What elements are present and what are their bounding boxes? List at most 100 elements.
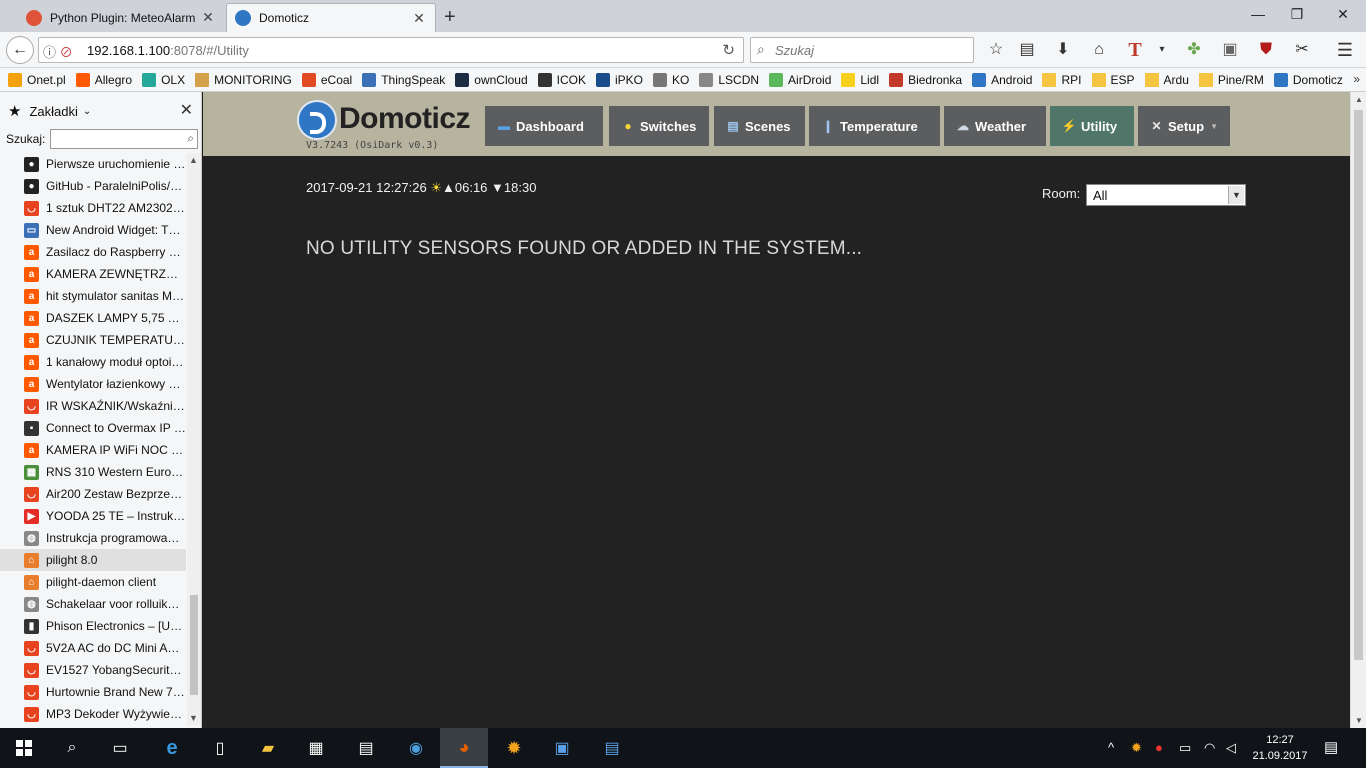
list-item[interactable]: ◍ Instrukcja programowan…	[0, 527, 186, 549]
screenshot-extension-icon[interactable]: ✂	[1290, 38, 1314, 62]
scroll-down-icon[interactable]: ▼	[189, 713, 198, 723]
scroll-down-icon[interactable]: ▼	[1355, 716, 1363, 725]
tab-setup[interactable]: ✕ Setup ▼	[1138, 106, 1230, 146]
domoticz-logo-icon[interactable]	[297, 100, 337, 140]
list-item[interactable]: a 1 kanałowy moduł optoi…	[0, 351, 186, 373]
remote-desktop-icon[interactable]: ▤	[588, 728, 636, 768]
tab-temperature[interactable]: ❙ Temperature	[809, 106, 940, 146]
list-item[interactable]: a CZUJNIK TEMPERATUR…	[0, 329, 186, 351]
tab-domoticz[interactable]: Domoticz ✕	[226, 3, 436, 32]
tab-utility[interactable]: ⚡ Utility	[1050, 106, 1134, 146]
search-bar[interactable]: ⌕	[750, 37, 974, 63]
close-tab-icon[interactable]: ✕	[200, 9, 216, 26]
home-icon[interactable]: ⌂	[1087, 38, 1111, 62]
list-item[interactable]: a hit stymulator sanitas M…	[0, 285, 186, 307]
list-item[interactable]: a Zasilacz do Raspberry Pi…	[0, 241, 186, 263]
tray-sun-icon[interactable]: ✹	[1131, 740, 1142, 756]
bookmark-android[interactable]: Android	[972, 72, 1032, 87]
bookmark-domoticz[interactable]: Domoticz	[1273, 72, 1343, 87]
reload-icon[interactable]: ↻	[722, 41, 735, 59]
sidebar-scrollbar[interactable]: ▲ ▼	[187, 153, 201, 725]
list-item[interactable]: ● GitHub - ParalelniPolis/r…	[0, 175, 186, 197]
edge-icon[interactable]: e	[148, 728, 196, 768]
list-item[interactable]: ▦ RNS 310 Western Europe…	[0, 461, 186, 483]
scrollbar-thumb[interactable]	[190, 595, 198, 695]
list-item[interactable]: a DASZEK LAMPY 5,75 YA…	[0, 307, 186, 329]
bookmark-lscdn[interactable]: LSCDN	[699, 72, 759, 87]
store-icon[interactable]: ▦	[292, 728, 340, 768]
volume-mute-icon[interactable]: ◁	[1226, 740, 1236, 756]
tab-dashboard[interactable]: ▬ Dashboard	[485, 106, 603, 146]
bookmarks-overflow-icon[interactable]: »	[1353, 72, 1360, 86]
task-view-icon[interactable]: ▭	[96, 728, 144, 768]
scrollbar-thumb[interactable]	[1354, 110, 1363, 660]
bookmark-thingspeak[interactable]: ThingSpeak	[362, 72, 445, 87]
list-item[interactable]: ◡ 5V2A AC do DC Mini Ad…	[0, 637, 186, 659]
bookmark-biedronka[interactable]: Biedronka	[889, 72, 962, 87]
list-item[interactable]: ◍ Schakelaar voor rolluike…	[0, 593, 186, 615]
mail-client-icon[interactable]: ◉	[392, 728, 440, 768]
sidebar-search-input[interactable]: ⌕	[50, 129, 198, 149]
list-item[interactable]: ◡ EV1527 YobangSecurity …	[0, 659, 186, 681]
profile-extension-icon[interactable]: ▣	[1218, 38, 1242, 62]
bookmark-onet-pl[interactable]: Onet.pl	[8, 72, 66, 87]
scroll-up-icon[interactable]: ▲	[1355, 95, 1363, 104]
close-window-icon[interactable]: ✕	[1333, 6, 1353, 23]
ublock-icon[interactable]: ⛊	[1254, 38, 1278, 62]
bookmark-ardu[interactable]: Ardu	[1144, 72, 1189, 87]
back-button[interactable]: ←	[6, 36, 34, 64]
bookmark-monitoring[interactable]: MONITORING	[195, 72, 292, 87]
list-item[interactable]: ◡ IR WSKAŹNIK/Wskaźnik …	[0, 395, 186, 417]
url-bar[interactable]: ⓘ ⊘ 192.168.1.100:8078/#/Utility ↻	[38, 37, 744, 63]
list-item[interactable]: ● Pierwsze uruchomienie …	[0, 153, 186, 175]
list-item[interactable]: ⌂ pilight 8.0	[0, 549, 186, 571]
bookmark-olx[interactable]: OLX	[142, 72, 185, 87]
taskbar-clock[interactable]: 12:27 21.09.2017	[1250, 732, 1310, 764]
scroll-up-icon[interactable]: ▲	[189, 155, 198, 165]
bookmark-ipko[interactable]: iPKO	[595, 72, 643, 87]
list-item[interactable]: ▪ Connect to Overmax IP …	[0, 417, 186, 439]
tab-scenes[interactable]: ▤ Scenes	[714, 106, 805, 146]
list-item[interactable]: a KAMERA ZEWNĘTRZNA…	[0, 263, 186, 285]
bookmark-airdroid[interactable]: AirDroid	[769, 72, 831, 87]
tab-meteoalarm[interactable]: Python Plugin: MeteoAlarm ✕	[18, 3, 224, 32]
document-icon[interactable]: ▯	[196, 728, 244, 768]
list-item[interactable]: ◡ Air200 Zestaw Bezprzew…	[0, 483, 186, 505]
list-item[interactable]: ◡ MP3 Dekoder Wyżywien…	[0, 703, 186, 725]
translate-extension-icon[interactable]: T	[1123, 38, 1147, 62]
calculator-icon[interactable]: ▤	[342, 728, 390, 768]
restore-icon[interactable]: ❐	[1287, 6, 1307, 23]
list-item[interactable]: ◡ 1 sztuk DHT22 AM2302 …	[0, 197, 186, 219]
start-button[interactable]	[0, 728, 48, 768]
list-item[interactable]: a Wentylator łazienkowy V…	[0, 373, 186, 395]
list-item[interactable]: ▭ New Android Widget: T…	[0, 219, 186, 241]
wifi-icon[interactable]: ◠	[1204, 740, 1215, 756]
room-select[interactable]: All ▼	[1086, 184, 1246, 206]
list-item[interactable]: a KAMERA IP WiFi NOC IR…	[0, 439, 186, 461]
menu-icon[interactable]: ☰	[1333, 38, 1357, 62]
tray-expand-icon[interactable]: ^	[1108, 740, 1114, 755]
list-item[interactable]: ▶ YOODA 25 TE – Instrukcj…	[0, 505, 186, 527]
sun-app-icon[interactable]: ✹	[490, 728, 538, 768]
bookmark-icok[interactable]: ICOK	[537, 72, 586, 87]
page-scrollbar[interactable]: ▲ ▼	[1350, 92, 1366, 728]
tab-switches[interactable]: ● Switches	[609, 106, 709, 146]
search-input[interactable]	[775, 41, 965, 59]
bookmark-rpi[interactable]: RPI	[1042, 72, 1082, 87]
list-item[interactable]: ⌂ pilight-daemon client	[0, 571, 186, 593]
bookmark-pine-rm[interactable]: Pine/RM	[1198, 72, 1264, 87]
bookmark-ecoal[interactable]: eCoal	[301, 72, 352, 87]
downloads-icon[interactable]: ⬇	[1051, 38, 1075, 62]
close-tab-icon[interactable]: ✕	[411, 10, 427, 27]
battery-icon[interactable]: ▭	[1179, 740, 1191, 756]
network-tool-icon[interactable]: ▣	[538, 728, 586, 768]
puzzle-extension-icon[interactable]: ✤	[1182, 38, 1206, 62]
bookmark-ko[interactable]: KO	[653, 72, 689, 87]
list-item[interactable]: ▮ Phison Electronics – [US…	[0, 615, 186, 637]
new-tab-button[interactable]: +	[444, 6, 456, 29]
bookmark-owncloud[interactable]: ownCloud	[455, 72, 528, 87]
reading-list-icon[interactable]: ▤	[1015, 38, 1039, 62]
bookmark-star-icon[interactable]: ☆	[984, 38, 1008, 62]
bookmark-esp[interactable]: ESP	[1091, 72, 1135, 87]
action-center-icon[interactable]: ▤	[1324, 738, 1338, 756]
